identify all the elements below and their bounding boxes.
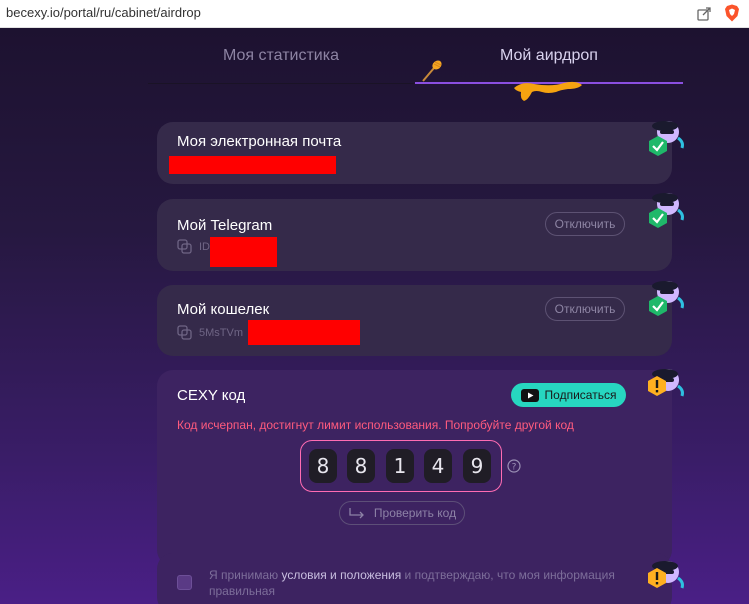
telegram-id-prefix: ID (199, 241, 210, 253)
telegram-id-row: ID (177, 239, 210, 255)
help-icon[interactable]: ? (507, 459, 521, 473)
check-badge-icon (649, 281, 684, 316)
email-redaction (169, 156, 336, 174)
cexy-code-title: CEXY код (177, 387, 246, 404)
cexy-code-card: CEXY код Подписаться Код исчерпан, дости… (157, 370, 672, 566)
terms-prefix: Я принимаю (209, 568, 282, 582)
wallet-address-prefix: 5MsTVm (199, 327, 243, 339)
youtube-icon (520, 388, 539, 402)
email-card: Моя электронная почта (157, 122, 672, 184)
url-text[interactable]: becexy.io/portal/ru/cabinet/airdrop (6, 5, 201, 20)
subscribe-label: Подписаться (544, 388, 617, 402)
honey-dipper-icon (422, 60, 442, 82)
copy-icon[interactable] (177, 325, 193, 341)
verify-code-button[interactable]: Проверить код (339, 501, 465, 525)
tab-bar: Моя статистика Мой аирдроп (148, 44, 683, 84)
wallet-card: Мой кошелек 5MsTVm Отключить (157, 285, 672, 356)
wallet-card-title: Мой кошелек (177, 301, 270, 318)
code-digit[interactable]: 8 (347, 449, 375, 483)
terms-checkbox[interactable] (177, 575, 192, 590)
telegram-disconnect-button[interactable]: Отключить (545, 212, 625, 236)
brave-icon[interactable] (724, 4, 740, 22)
terms-link[interactable]: условия и положения (281, 568, 401, 582)
browser-address-bar: becexy.io/portal/ru/cabinet/airdrop (0, 0, 749, 28)
telegram-card-title: Мой Telegram (177, 217, 273, 234)
redirect-arrow-icon (349, 508, 364, 519)
wallet-address-redaction (248, 320, 360, 345)
airdrop-page: Моя статистика Мой аирдроп Моя электронн… (0, 28, 749, 604)
code-input-group[interactable]: 8 8 1 4 9 (300, 440, 502, 492)
tab-my-stats[interactable]: Моя статистика (148, 44, 414, 84)
honey-drip-icon (514, 81, 582, 101)
help-glyph: ? (512, 463, 517, 473)
check-badge-icon (649, 193, 684, 228)
telegram-id-redaction (210, 237, 277, 267)
terms-text: Я принимаю условия и положения и подтвер… (209, 567, 629, 599)
code-digit[interactable]: 4 (424, 449, 452, 483)
share-icon[interactable] (696, 5, 712, 21)
code-digit[interactable]: 8 (309, 449, 337, 483)
code-digit[interactable]: 1 (386, 449, 414, 483)
check-badge-icon (649, 121, 684, 156)
wallet-address-row: 5MsTVm (177, 325, 243, 341)
code-error-message: Код исчерпан, достигнут лимит использова… (177, 418, 574, 432)
email-card-title: Моя электронная почта (177, 133, 342, 150)
copy-icon[interactable] (177, 239, 193, 255)
terms-card: Я принимаю условия и положения и подтвер… (157, 553, 672, 604)
wallet-disconnect-button[interactable]: Отключить (545, 297, 625, 321)
warning-badge-icon (648, 369, 684, 397)
telegram-card: Мой Telegram ID Отключить (157, 199, 672, 271)
code-digit[interactable]: 9 (463, 449, 491, 483)
verify-code-label: Проверить код (373, 506, 457, 520)
warning-badge-icon (648, 561, 684, 589)
subscribe-button[interactable]: Подписаться (511, 383, 626, 407)
